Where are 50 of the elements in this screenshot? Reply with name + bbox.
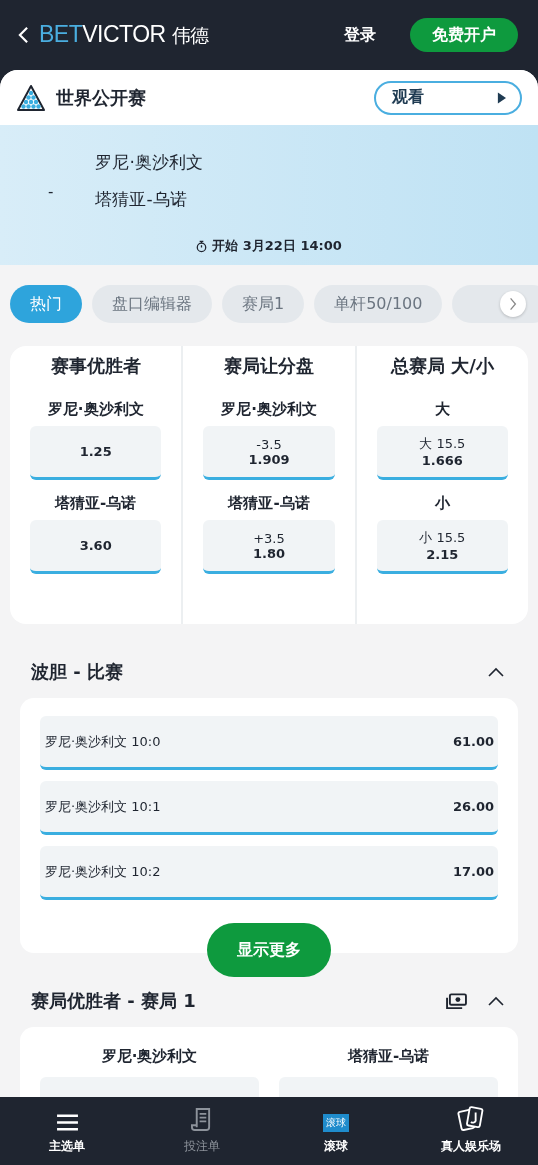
outcome-name: 塔猜亚-乌诺: [347, 1046, 430, 1067]
market-tab[interactable]: 单杆50/100: [314, 285, 443, 323]
market-title: 总赛局 大/小: [390, 354, 494, 378]
receipt-icon: [191, 1107, 213, 1132]
score-separator: -: [48, 183, 54, 201]
market-title: 赛局让分盘: [224, 354, 314, 378]
live-badge-icon: 滚球: [323, 1114, 350, 1132]
play-icon: [497, 91, 506, 104]
outcome-name: 塔猜亚-乌诺: [55, 493, 137, 514]
market-tab[interactable]: 盘口编辑器: [92, 285, 212, 323]
outcome-name: 小: [434, 493, 450, 514]
nav-item[interactable]: 主选单: [0, 1097, 135, 1165]
section-title: 波胆 - 比赛: [31, 660, 124, 684]
market-tab[interactable]: 赛局1: [222, 285, 305, 323]
outcome-name: 塔猜亚-乌诺: [228, 493, 310, 514]
section-title: 赛局优胜者 - 赛局 1: [31, 989, 197, 1013]
odds-button[interactable]: 小 15.5 2.15: [376, 520, 508, 574]
nav-item[interactable]: 滚球 滚球: [269, 1097, 404, 1165]
outcome-name: 罗尼·奥沙利文: [47, 399, 144, 420]
odds-button[interactable]: -3.5 1.909: [203, 426, 335, 480]
odds-button[interactable]: 1.25: [30, 426, 162, 480]
signup-button[interactable]: 免费开户: [410, 18, 518, 52]
playing-cards-icon: [456, 1106, 485, 1132]
outcome-name: 罗尼·奥沙利文: [221, 399, 317, 420]
outcome-name: 罗尼·奥沙利文: [101, 1046, 198, 1067]
login-link[interactable]: 登录: [344, 24, 376, 46]
nav-item[interactable]: 真人娱乐场: [403, 1097, 538, 1165]
menu-icon: [55, 1113, 79, 1132]
odds-button[interactable]: +3.5 1.80: [203, 520, 335, 574]
chevron-up-icon[interactable]: [488, 996, 504, 1006]
stopwatch-icon: [196, 239, 208, 253]
odds-row[interactable]: 罗尼·奥沙利文 10:2 17.00: [40, 846, 498, 900]
market-title: 赛事优胜者: [50, 354, 141, 378]
player-name: 塔猜亚-乌诺: [95, 188, 188, 211]
snooker-triangle-icon: [16, 83, 46, 112]
cash-icon[interactable]: [445, 992, 468, 1010]
player-name: 罗尼·奥沙利文: [95, 151, 203, 174]
odds-row[interactable]: 罗尼·奥沙利文 10:1 26.00: [40, 781, 498, 835]
start-time: 开始 3月22日 14:00: [212, 237, 342, 255]
event-title: 世界公开赛: [56, 85, 146, 110]
watch-button[interactable]: 观看: [374, 80, 522, 115]
odds-button[interactable]: 大 15.5 1.666: [376, 426, 508, 480]
odds-button[interactable]: 3.60: [30, 520, 162, 574]
outcome-name: 大: [434, 399, 450, 420]
chevron-up-icon[interactable]: [488, 667, 504, 677]
chevron-right-icon: [509, 297, 517, 311]
show-more-button[interactable]: 显示更多: [207, 923, 331, 977]
odds-row[interactable]: 罗尼·奥沙利文 10:0 61.00: [40, 716, 498, 770]
brand-logo[interactable]: BETVICTOR 伟德: [39, 21, 209, 49]
back-icon[interactable]: [18, 26, 29, 44]
